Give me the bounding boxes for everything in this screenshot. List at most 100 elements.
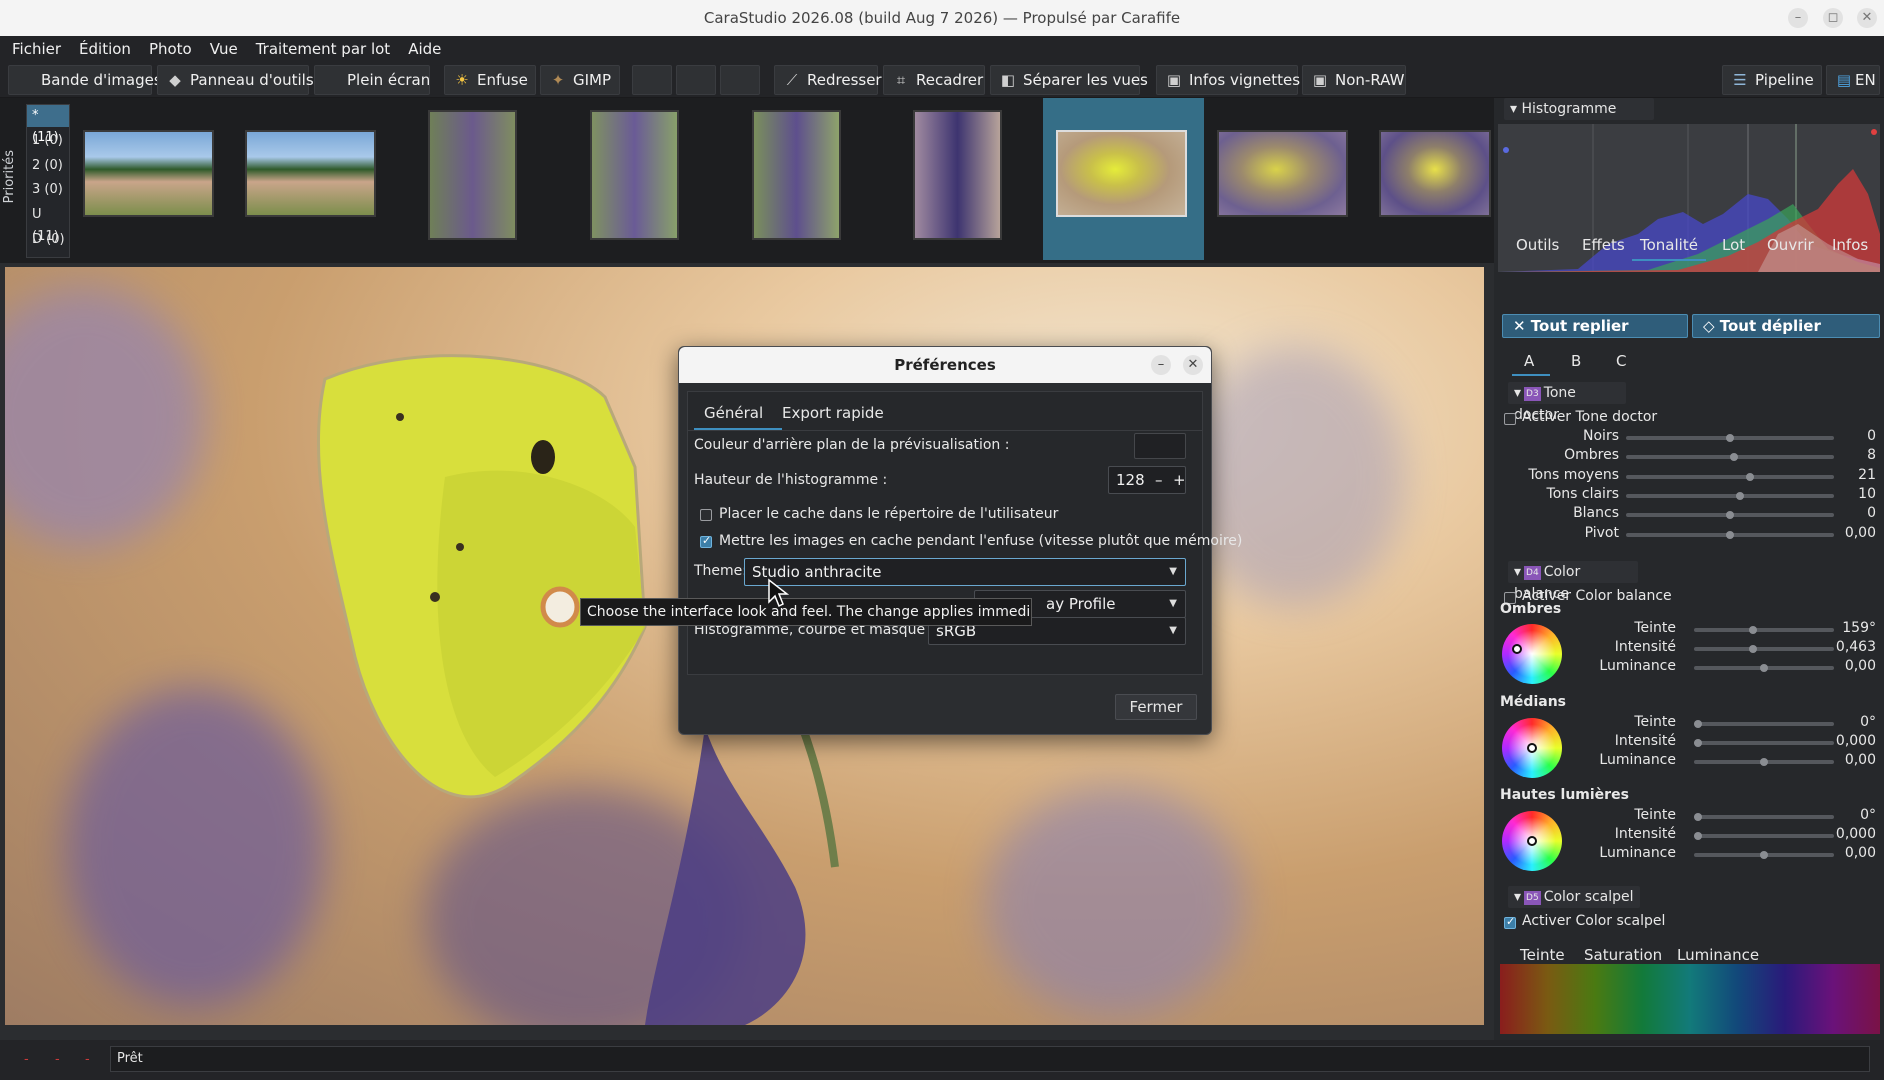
slider-track[interactable] bbox=[1626, 434, 1834, 442]
priority-unrated[interactable]: U (11) bbox=[27, 204, 69, 244]
tab-effects[interactable]: Effets bbox=[1582, 236, 1625, 254]
thumbnail-house-2[interactable] bbox=[245, 130, 376, 217]
dialog-minimize-icon[interactable]: – bbox=[1151, 355, 1171, 375]
scalpel-tab-saturation[interactable]: Saturation bbox=[1584, 946, 1662, 964]
pipeline-button[interactable]: ☰ Pipeline bbox=[1722, 65, 1822, 95]
sub-tab-b[interactable]: B bbox=[1571, 352, 1581, 370]
thumbnail-lavender-2[interactable] bbox=[590, 110, 679, 240]
theme-select[interactable]: Studio anthracite ▼ bbox=[744, 558, 1186, 586]
priority-2[interactable]: 2 (0) bbox=[27, 155, 69, 177]
slider-handle[interactable] bbox=[1694, 720, 1702, 728]
tab-tools[interactable]: Outils bbox=[1516, 236, 1559, 254]
thumbnail-lavender-3[interactable] bbox=[752, 110, 841, 240]
tab-general[interactable]: Général bbox=[704, 404, 763, 422]
slider-handle[interactable] bbox=[1726, 434, 1734, 442]
slider-track[interactable] bbox=[1626, 511, 1834, 519]
color-balance-header[interactable]: ▾ D4 Color balance bbox=[1508, 561, 1638, 602]
slider-track[interactable] bbox=[1694, 626, 1834, 634]
minimize-icon[interactable]: – bbox=[1788, 8, 1808, 28]
wheel-handle[interactable] bbox=[1527, 743, 1537, 753]
thumbnail-lavender-4[interactable] bbox=[913, 110, 1002, 240]
highlights-color-wheel[interactable] bbox=[1502, 811, 1562, 871]
priority-3[interactable]: 3 (0) bbox=[27, 179, 69, 201]
expand-all-button[interactable]: ◇ Tout déplier bbox=[1692, 314, 1880, 338]
language-button[interactable]: ▤ EN bbox=[1826, 65, 1880, 95]
thumbnail-butterfly-1[interactable] bbox=[1056, 130, 1187, 217]
thumb-info-button[interactable]: ▣ Infos vignettes bbox=[1156, 65, 1300, 95]
slider-handle[interactable] bbox=[1760, 851, 1768, 859]
cache-enfuse-checkbox[interactable] bbox=[700, 534, 712, 548]
slider-handle[interactable] bbox=[1694, 739, 1702, 747]
slider-handle[interactable] bbox=[1760, 758, 1768, 766]
hue-curve-editor[interactable] bbox=[1500, 964, 1880, 1034]
shadows-color-wheel[interactable] bbox=[1502, 624, 1562, 684]
tools-panel-button[interactable]: ◆ Panneau d'outils bbox=[157, 65, 314, 95]
tone-doctor-enable-checkbox[interactable] bbox=[1504, 413, 1516, 425]
histogram-header[interactable]: ▾ Histogramme bbox=[1504, 98, 1654, 120]
non-raw-button[interactable]: ▣ Non-RAW bbox=[1302, 65, 1406, 95]
slider-handle[interactable] bbox=[1746, 473, 1754, 481]
plus-icon[interactable]: + bbox=[1173, 467, 1185, 493]
slider-handle[interactable] bbox=[1736, 492, 1744, 500]
toolbar-blank-1[interactable] bbox=[632, 65, 672, 95]
scalpel-tab-luminance[interactable]: Luminance bbox=[1677, 946, 1759, 964]
gimp-button[interactable]: ✦ GIMP bbox=[540, 65, 620, 95]
slider-track[interactable] bbox=[1694, 664, 1834, 672]
slider-handle[interactable] bbox=[1726, 531, 1734, 539]
split-views-button[interactable]: ◧ Séparer les vues bbox=[990, 65, 1148, 95]
sub-tab-c[interactable]: C bbox=[1616, 352, 1626, 370]
slider-track[interactable] bbox=[1626, 473, 1834, 481]
slider-track[interactable] bbox=[1626, 453, 1834, 461]
tab-open[interactable]: Ouvrir bbox=[1767, 236, 1814, 254]
color-scalpel-enable-checkbox[interactable] bbox=[1504, 915, 1516, 929]
menu-photo[interactable]: Photo bbox=[140, 36, 201, 62]
sub-tab-a[interactable]: A bbox=[1524, 352, 1534, 370]
menu-view[interactable]: Vue bbox=[201, 36, 247, 62]
slider-handle[interactable] bbox=[1749, 645, 1757, 653]
slider-track[interactable] bbox=[1694, 720, 1834, 728]
wheel-handle[interactable] bbox=[1527, 836, 1537, 846]
slider-track[interactable] bbox=[1626, 531, 1834, 539]
menu-help[interactable]: Aide bbox=[399, 36, 450, 62]
slider-handle[interactable] bbox=[1726, 511, 1734, 519]
minus-icon[interactable]: – bbox=[1155, 467, 1163, 493]
slider-handle[interactable] bbox=[1694, 813, 1702, 821]
toolbar-blank-2[interactable] bbox=[676, 65, 716, 95]
slider-handle[interactable] bbox=[1730, 453, 1738, 461]
midtones-color-wheel[interactable] bbox=[1502, 718, 1562, 778]
thumbnail-butterfly-3[interactable] bbox=[1379, 130, 1491, 217]
filmstrip-button[interactable]: Bande d'images bbox=[8, 65, 162, 95]
slider-track[interactable] bbox=[1694, 758, 1834, 766]
enfuse-button[interactable]: ☀ Enfuse bbox=[444, 65, 536, 95]
tab-info[interactable]: Infos bbox=[1832, 236, 1868, 254]
thumbnail-lavender-1[interactable] bbox=[428, 110, 517, 240]
priority-1[interactable]: 1 (0) bbox=[27, 130, 69, 152]
slider-track[interactable] bbox=[1694, 739, 1834, 747]
toolbar-blank-3[interactable] bbox=[720, 65, 760, 95]
menu-file[interactable]: Fichier bbox=[3, 36, 70, 62]
close-icon[interactable]: ✕ bbox=[1857, 8, 1877, 28]
slider-track[interactable] bbox=[1626, 492, 1834, 500]
tab-tonality[interactable]: Tonalité bbox=[1640, 236, 1698, 254]
slider-handle[interactable] bbox=[1694, 832, 1702, 840]
tab-batch[interactable]: Lot bbox=[1722, 236, 1745, 254]
dialog-close-icon[interactable]: ✕ bbox=[1183, 355, 1203, 375]
close-button[interactable]: Fermer bbox=[1115, 694, 1197, 720]
slider-track[interactable] bbox=[1694, 832, 1834, 840]
slider-handle[interactable] bbox=[1760, 664, 1768, 672]
tab-quick-export[interactable]: Export rapide bbox=[782, 404, 884, 422]
wheel-handle[interactable] bbox=[1512, 644, 1522, 654]
color-scalpel-header[interactable]: ▾ D5 Color scalpel bbox=[1508, 886, 1640, 908]
priority-deleted[interactable]: D (0) bbox=[27, 229, 69, 251]
histogram-height-spinbox[interactable]: 128– + bbox=[1108, 466, 1186, 494]
slider-track[interactable] bbox=[1694, 645, 1834, 653]
slider-handle[interactable] bbox=[1749, 626, 1757, 634]
slider-track[interactable] bbox=[1694, 813, 1834, 821]
collapse-all-button[interactable]: ✕ Tout replier bbox=[1502, 314, 1688, 338]
thumbnail-butterfly-2[interactable] bbox=[1217, 130, 1348, 217]
scalpel-tab-hue[interactable]: Teinte bbox=[1520, 946, 1565, 964]
straighten-button[interactable]: ⟋ Redresser bbox=[774, 65, 882, 95]
cache-home-checkbox[interactable] bbox=[700, 509, 712, 521]
crop-button[interactable]: ⌗ Recadrer bbox=[883, 65, 985, 95]
menu-edit[interactable]: Édition bbox=[70, 36, 140, 62]
